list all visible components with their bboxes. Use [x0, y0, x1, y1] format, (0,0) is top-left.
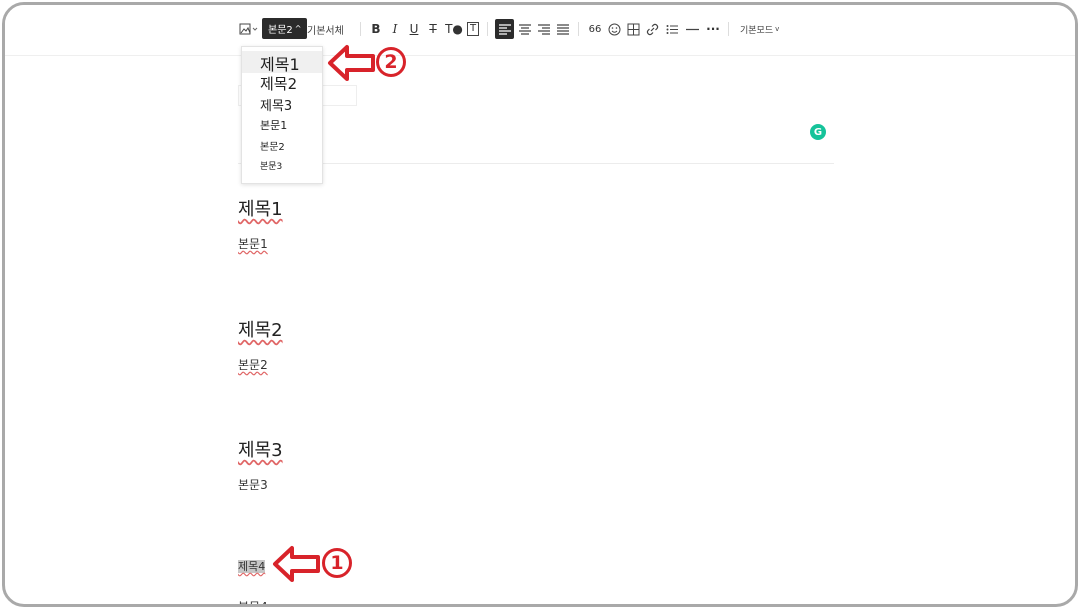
toolbar-divider — [728, 22, 729, 36]
bold-button[interactable]: B — [369, 19, 383, 39]
align-justify-button[interactable] — [555, 19, 571, 39]
grammarly-icon[interactable]: G — [810, 124, 826, 140]
image-insert-button[interactable] — [238, 19, 260, 39]
dropdown-item-label: 본문2 — [260, 142, 285, 153]
editor-toolbar: 본문2 ^ 기본서체 B I U T T● T 66 ··· 기본모드 v — [5, 5, 1075, 56]
body-1[interactable]: 본문1 — [238, 235, 268, 252]
font-family-value: 기본서체 — [307, 25, 344, 37]
italic-button[interactable]: I — [388, 19, 402, 39]
selected-text-paragraph[interactable]: 제목4 — [238, 558, 266, 574]
dropdown-item-label: 본문3 — [260, 162, 283, 172]
link-icon — [646, 23, 658, 35]
font-color-button[interactable]: T● — [445, 19, 463, 39]
paragraph-style-value: 본문2 — [268, 25, 293, 36]
body-2[interactable]: 본문2 — [238, 356, 268, 373]
dropdown-item-label: 본문1 — [260, 119, 288, 132]
editor-mode-value: 기본모드 — [740, 25, 774, 36]
align-right-button[interactable] — [536, 19, 552, 39]
align-left-button[interactable] — [495, 19, 514, 39]
dropdown-item-heading3[interactable]: 제목3 — [242, 95, 322, 115]
selected-text: 제목4 — [238, 560, 266, 573]
title-divider — [238, 163, 834, 164]
underline-button[interactable]: U — [407, 19, 421, 39]
dropdown-item-heading1[interactable]: 제목1 — [242, 51, 322, 74]
table-icon — [627, 23, 639, 35]
body-3[interactable]: 본문3 — [238, 476, 268, 493]
annotation-arrow-2 — [328, 45, 375, 81]
list-icon — [666, 24, 678, 34]
dropdown-item-body3[interactable]: 본문3 — [242, 159, 322, 177]
dropdown-item-label: 제목2 — [260, 75, 298, 93]
toolbar-divider — [578, 22, 579, 36]
table-insert-button[interactable] — [625, 19, 641, 39]
toolbar-divider — [487, 22, 488, 36]
image-icon — [239, 23, 258, 35]
body-4-partial[interactable]: 본문4 — [238, 598, 268, 604]
dropdown-item-heading2[interactable]: 제목2 — [242, 73, 322, 95]
editor-window: 본문2 ^ 기본서체 B I U T T● T 66 ··· 기본모드 v 제목… — [2, 2, 1078, 607]
text-background-label: T — [466, 22, 480, 36]
editor-mode-select[interactable]: 기본모드 v — [740, 19, 779, 39]
dropdown-item-label: 제목3 — [260, 99, 293, 114]
align-right-icon — [538, 23, 550, 35]
dropdown-item-body1[interactable]: 본문1 — [242, 117, 322, 135]
heading-2[interactable]: 제목2 — [238, 316, 283, 342]
annotation-marker-2: 2 — [376, 47, 406, 77]
paragraph-style-select[interactable]: 본문2 ^ — [262, 18, 308, 39]
align-center-icon — [519, 23, 531, 35]
heading-3[interactable]: 제목3 — [238, 436, 283, 462]
text-background-button[interactable]: T — [466, 19, 480, 39]
more-button[interactable]: ··· — [704, 19, 722, 39]
align-left-icon — [498, 23, 511, 35]
annotation-arrow-1 — [273, 546, 320, 582]
chevron-down-icon: v — [775, 25, 780, 33]
quote-button[interactable]: 66 — [587, 19, 603, 39]
smile-icon — [608, 23, 620, 35]
list-button[interactable] — [664, 19, 680, 39]
dropdown-item-label: 제목1 — [260, 55, 300, 74]
toolbar-divider — [360, 22, 361, 36]
align-center-button[interactable] — [517, 19, 533, 39]
dropdown-item-body2[interactable]: 본문2 — [242, 138, 322, 156]
heading-1[interactable]: 제목1 — [238, 195, 283, 221]
strikethrough-button[interactable]: T — [426, 19, 440, 39]
link-insert-button[interactable] — [644, 19, 660, 39]
chevron-up-icon: ^ — [294, 24, 302, 33]
font-family-select[interactable]: 기본서체 — [307, 19, 344, 39]
emoji-button[interactable] — [606, 19, 622, 39]
annotation-marker-1: 1 — [322, 548, 352, 578]
horizontal-line-icon — [685, 28, 699, 30]
align-justify-icon — [557, 23, 569, 35]
paragraph-style-dropdown: 제목1 제목2 제목3 본문1 본문2 본문3 — [241, 46, 323, 184]
horizontal-line-button[interactable] — [684, 19, 700, 39]
